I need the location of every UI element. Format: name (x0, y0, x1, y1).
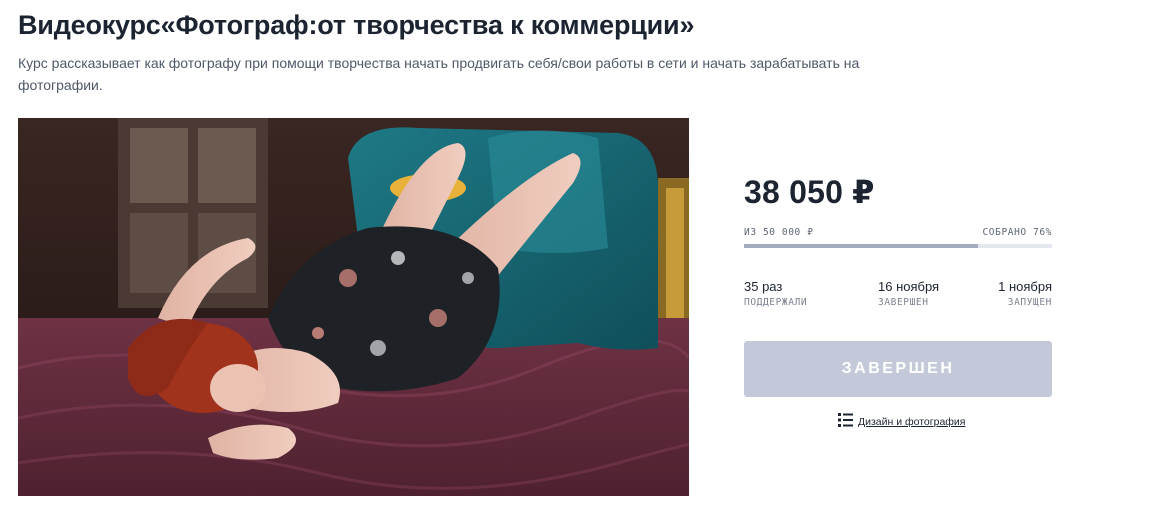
stat-ended: 16 ноября ЗАВЕРШЕН (878, 279, 939, 308)
raised-amount: 38 050 ₽ (744, 174, 875, 210)
stat-label: ПОДДЕРЖАЛИ (744, 297, 808, 308)
stat-launched: 1 ноября ЗАПУЩЕН (998, 279, 1052, 308)
category-link[interactable]: Дизайн и фотография (858, 416, 965, 428)
stat-supporters: 35 раз ПОДДЕРЖАЛИ (744, 279, 807, 308)
campaign-status-button[interactable]: ЗАВЕРШЕН (744, 341, 1052, 397)
stat-value: 16 ноября (878, 279, 940, 294)
stat-value: 1 ноября (998, 279, 1052, 294)
stat-label: ЗАВЕРШЕН (878, 297, 929, 308)
funding-goal-row: ИЗ 50 000 ₽ СОБРАНО 76% (744, 227, 1052, 239)
stat-value: 35 раз (744, 279, 783, 294)
funding-progress-bar (744, 244, 1052, 248)
list-icon (838, 412, 853, 432)
course-description: Курс рассказывает как фотографу при помо… (18, 55, 860, 93)
collected-percent: СОБРАНО 76% (982, 227, 1052, 238)
course-cover-photo (18, 118, 689, 496)
campaign-stats: 35 раз ПОДДЕРЖАЛИ 16 ноября ЗАВЕРШЕН 1 н… (744, 279, 1052, 313)
goal-amount: ИЗ 50 000 ₽ (744, 227, 814, 238)
stat-label: ЗАПУЩЕН (1007, 297, 1052, 308)
category-link-group[interactable]: Дизайн и фотография (838, 412, 965, 432)
page-title: Видеокурс«Фотограф:от творчества к комме… (18, 10, 695, 40)
funding-progress-fill (744, 244, 979, 248)
